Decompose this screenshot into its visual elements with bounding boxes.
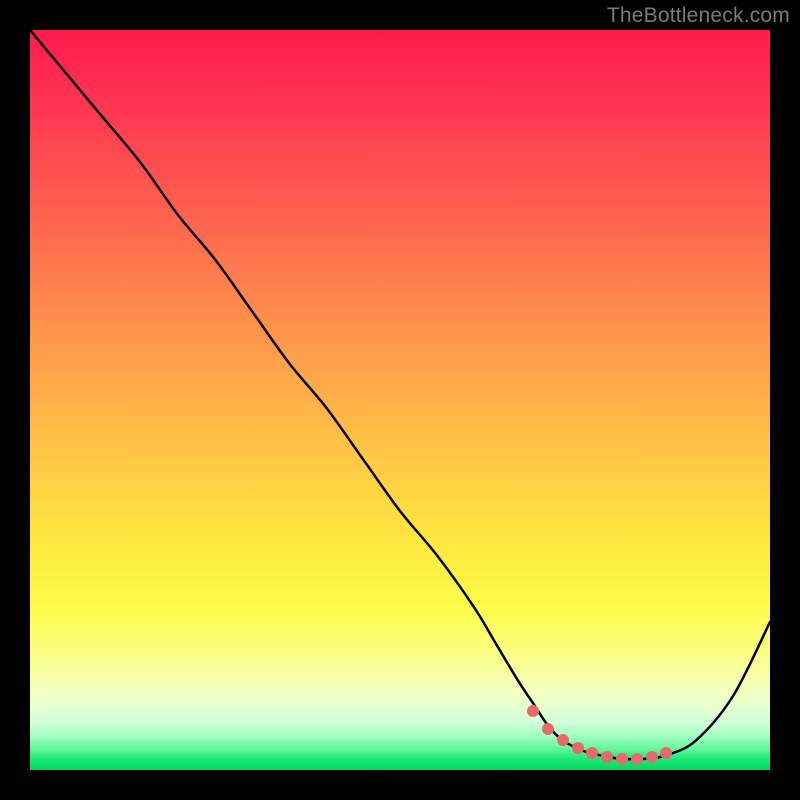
plot-area [30, 30, 770, 770]
marker-dot [616, 753, 628, 765]
marker-dot [572, 742, 584, 754]
curve-layer [30, 30, 770, 770]
watermark-text: TheBottleneck.com [607, 4, 790, 28]
chart-container: TheBottleneck.com [0, 0, 800, 800]
marker-dot [646, 751, 658, 763]
marker-dot [586, 747, 598, 759]
marker-dot [542, 723, 554, 735]
marker-dot [601, 751, 613, 763]
curve-line [30, 30, 770, 759]
marker-dot [557, 734, 569, 746]
marker-dot [660, 747, 672, 759]
marker-dot [631, 753, 643, 765]
marker-dot [527, 705, 539, 717]
